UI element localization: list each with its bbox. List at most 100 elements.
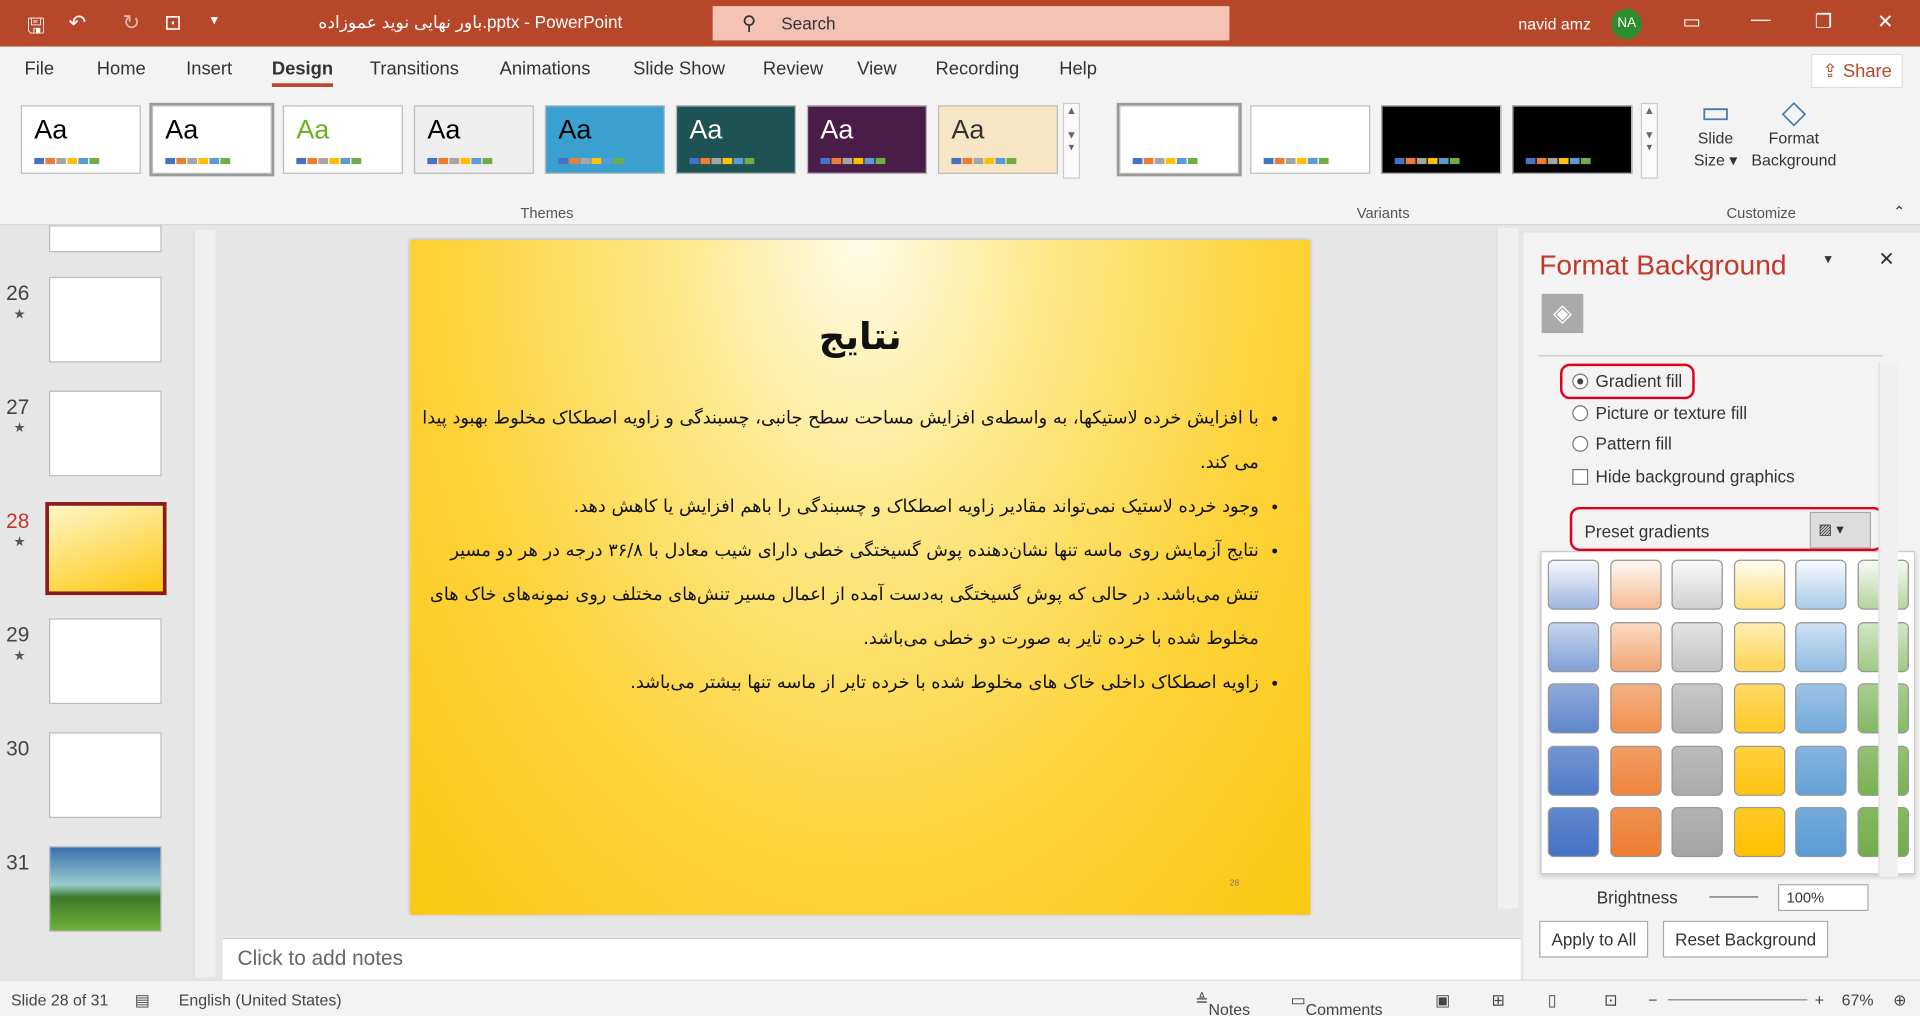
gradient-preset[interactable] bbox=[1795, 559, 1847, 610]
tab-home[interactable]: Home bbox=[97, 59, 146, 80]
collapse-ribbon-icon[interactable]: ⌃ bbox=[1893, 203, 1905, 220]
undo-icon[interactable]: ↶ bbox=[69, 11, 86, 35]
zoom-level[interactable]: 67% bbox=[1842, 991, 1874, 1009]
thumbnails-scrollbar[interactable] bbox=[193, 230, 216, 978]
themes-scroll[interactable]: ▲ ▼ ▾ bbox=[1062, 102, 1081, 179]
slide-thumbnail[interactable] bbox=[48, 732, 162, 818]
tab-slide-show[interactable]: Slide Show bbox=[633, 59, 725, 80]
avatar[interactable]: NA bbox=[1611, 8, 1643, 40]
slide-body[interactable]: با افزایش خرده لاستیکها، به واسطه‌ی افزا… bbox=[420, 397, 1286, 706]
slide-canvas[interactable]: نتایج با افزایش خرده لاستیکها، به واسطه‌… bbox=[410, 240, 1311, 915]
tab-recording[interactable]: Recording bbox=[936, 59, 1020, 80]
variant-option[interactable] bbox=[1512, 105, 1633, 174]
gradient-preset[interactable] bbox=[1733, 683, 1785, 734]
language[interactable]: English (United States) bbox=[179, 991, 342, 1009]
save-icon[interactable]: 🖫 bbox=[27, 11, 45, 47]
zoom-slider[interactable] bbox=[1667, 999, 1808, 1001]
slide-thumbnail[interactable] bbox=[48, 618, 162, 705]
normal-view-icon[interactable]: ▣ bbox=[1435, 991, 1450, 1011]
gradient-preset[interactable] bbox=[1671, 683, 1723, 734]
gradient-preset[interactable] bbox=[1547, 621, 1600, 672]
gradient-preset[interactable] bbox=[1671, 745, 1723, 796]
picture-fill-label[interactable]: Picture or texture fill bbox=[1596, 403, 1747, 423]
gradient-preset[interactable] bbox=[1795, 683, 1847, 734]
slide-thumbnail[interactable] bbox=[48, 225, 162, 253]
search-box[interactable]: ⚲ Search bbox=[712, 6, 1230, 41]
gradient-preset[interactable] bbox=[1795, 806, 1847, 858]
tab-review[interactable]: Review bbox=[763, 59, 823, 80]
theme-option[interactable]: Aa bbox=[675, 105, 796, 174]
tab-design[interactable]: Design bbox=[271, 59, 334, 87]
gradient-preset[interactable] bbox=[1547, 745, 1600, 796]
slide-size-button[interactable]: ▭ Slide Size ▾ bbox=[1687, 96, 1743, 171]
gradient-preset[interactable] bbox=[1547, 683, 1600, 734]
gradient-preset[interactable] bbox=[1733, 806, 1785, 858]
slide-thumbnail[interactable] bbox=[48, 390, 162, 477]
fit-to-window-icon[interactable]: ⊕ bbox=[1893, 991, 1906, 1011]
slide-scrollbar[interactable] bbox=[1496, 227, 1519, 909]
pane-scrollbar[interactable] bbox=[1878, 362, 1898, 877]
gradient-preset[interactable] bbox=[1733, 745, 1785, 796]
maximize-icon[interactable]: ❐ bbox=[1815, 10, 1833, 34]
gradient-preset[interactable] bbox=[1609, 745, 1662, 796]
notes-area[interactable]: Click to add notes bbox=[222, 937, 1521, 980]
brightness-input[interactable]: 100% bbox=[1777, 884, 1869, 912]
apply-to-all-button[interactable]: Apply to All bbox=[1539, 920, 1649, 958]
customize-quick-access-icon[interactable]: ▾ bbox=[211, 11, 218, 28]
close-icon[interactable]: ✕ bbox=[1877, 10, 1893, 34]
gradient-preset[interactable] bbox=[1795, 621, 1847, 672]
gradient-preset[interactable] bbox=[1795, 745, 1847, 796]
slide-title[interactable]: نتایج bbox=[410, 316, 1310, 359]
tab-insert[interactable]: Insert bbox=[186, 59, 232, 80]
tab-help[interactable]: Help bbox=[1059, 59, 1097, 80]
minimize-icon[interactable]: — bbox=[1751, 10, 1771, 32]
slide-thumbnail[interactable] bbox=[48, 846, 162, 932]
pane-options-icon[interactable]: ▾ bbox=[1825, 250, 1832, 267]
theme-option[interactable]: Aa bbox=[282, 105, 403, 174]
tab-file[interactable]: File bbox=[24, 59, 54, 80]
reading-view-icon[interactable]: ▯ bbox=[1548, 991, 1557, 1011]
gradient-preset[interactable] bbox=[1609, 559, 1662, 610]
gradient-preset[interactable] bbox=[1609, 683, 1662, 734]
gradient-preset[interactable] bbox=[1671, 806, 1723, 858]
notes-button[interactable]: ≜ Notes bbox=[1195, 991, 1250, 1016]
redo-icon[interactable]: ↻ bbox=[122, 11, 139, 35]
comments-button[interactable]: ▭ Comments bbox=[1291, 991, 1383, 1016]
slideshow-icon[interactable]: ⊡ bbox=[1604, 991, 1617, 1011]
gradient-preset[interactable] bbox=[1671, 559, 1723, 610]
slide-thumbnail[interactable] bbox=[48, 276, 162, 363]
gradient-preset[interactable] bbox=[1609, 621, 1662, 672]
pattern-fill-label[interactable]: Pattern fill bbox=[1596, 433, 1672, 453]
theme-option[interactable]: Aa bbox=[149, 102, 275, 177]
hide-graphics-checkbox[interactable] bbox=[1572, 468, 1589, 485]
theme-option[interactable]: Aa bbox=[544, 105, 665, 174]
gradient-preset[interactable] bbox=[1733, 621, 1785, 672]
zoom-out-icon[interactable]: − bbox=[1648, 991, 1657, 1009]
variant-option[interactable] bbox=[1381, 105, 1502, 174]
fill-icon[interactable]: ◈ bbox=[1541, 293, 1584, 334]
tab-view[interactable]: View bbox=[857, 59, 896, 80]
theme-option[interactable]: Aa bbox=[20, 105, 141, 174]
tab-animations[interactable]: Animations bbox=[500, 59, 591, 80]
user-name[interactable]: navid amz bbox=[1518, 15, 1591, 33]
variant-option[interactable] bbox=[1116, 102, 1242, 177]
gradient-preset[interactable] bbox=[1547, 806, 1600, 858]
format-background-button[interactable]: ◇ Format Background bbox=[1746, 96, 1842, 171]
gradient-preset[interactable] bbox=[1671, 621, 1723, 672]
share-button[interactable]: ⇪ Share bbox=[1811, 53, 1903, 89]
variants-scroll[interactable]: ▲ ▼ ▾ bbox=[1640, 102, 1658, 179]
variant-option[interactable] bbox=[1250, 105, 1371, 174]
gradient-preset[interactable] bbox=[1609, 806, 1662, 858]
slide-sorter-icon[interactable]: ⊞ bbox=[1491, 991, 1504, 1011]
gradient-preset[interactable] bbox=[1547, 559, 1600, 610]
brightness-slider[interactable] bbox=[1709, 896, 1759, 898]
reset-background-button[interactable]: Reset Background bbox=[1662, 920, 1829, 958]
gradient-preset[interactable] bbox=[1733, 559, 1785, 610]
zoom-in-icon[interactable]: + bbox=[1815, 991, 1824, 1009]
pattern-fill-radio[interactable] bbox=[1572, 435, 1589, 452]
theme-option[interactable]: Aa bbox=[806, 105, 927, 174]
close-pane-icon[interactable]: ✕ bbox=[1878, 247, 1894, 271]
picture-fill-radio[interactable] bbox=[1572, 405, 1589, 422]
tab-transitions[interactable]: Transitions bbox=[370, 59, 459, 80]
hide-graphics-label[interactable]: Hide background graphics bbox=[1596, 467, 1795, 487]
